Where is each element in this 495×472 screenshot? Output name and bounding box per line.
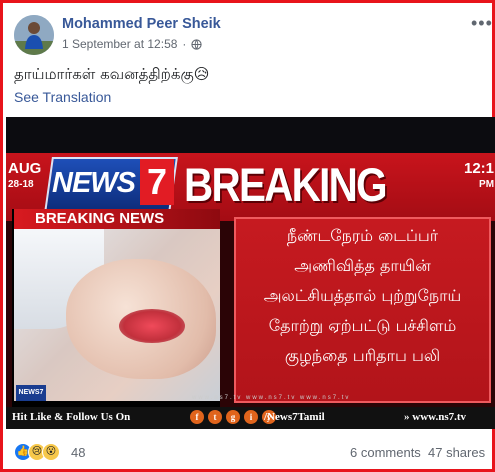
ticker-handle: /News7Tamil (264, 411, 325, 423)
avatar-photo (14, 15, 54, 55)
twitter-icon: t (208, 410, 222, 424)
baby-photo (14, 229, 220, 401)
ticker-follow-text: Hit Like & Follow Us On (12, 411, 131, 423)
banner-time: 12:1 PM (464, 161, 494, 193)
banner-time-clock: 12:1 (464, 160, 495, 177)
comments-count[interactable]: 6 comments (350, 445, 421, 460)
google-icon: g (226, 410, 240, 424)
inner-breaking-word: BREAKING (35, 210, 116, 227)
rash-area (119, 309, 185, 343)
news7-logo-text: NEWS (52, 167, 136, 199)
news-ticker: Hit Like & Follow Us On f t g i y /News7… (6, 407, 495, 429)
post-card: Mohammed Peer Sheik 1 September at 12:58… (0, 0, 495, 472)
post-text: தாய்மார்கள் கவனத்திற்க்கு😥 (14, 65, 210, 83)
ticker-site: » www.ns7.tv (404, 411, 467, 423)
reaction-count[interactable]: 48 (71, 445, 85, 460)
banner-date: AUG 28-18 (8, 161, 41, 193)
ticker-site-url: www.ns7.tv (412, 411, 467, 423)
small-news7-logo: NEWS7 (16, 385, 46, 401)
meta-dot: · (182, 37, 187, 51)
post-meta: 1 September at 12:58 · (62, 37, 203, 51)
reaction-icons[interactable]: 👍 😢 😮 (14, 443, 60, 461)
tamil-line: தோற்று ஏற்பட்டு பச்சிளம் (268, 316, 457, 335)
inner-breaking-tag: BREAKING NEWS (14, 209, 220, 229)
wow-icon: 😮 (42, 443, 60, 461)
post-image[interactable]: AUG 28-18 NEWS 7 BREAKING NEWS 12:1 PM B… (6, 117, 495, 429)
banner-date-day: 28-18 (8, 179, 34, 190)
globe-icon[interactable] (191, 38, 203, 50)
shares-count[interactable]: 47 shares (428, 445, 485, 460)
tamil-line: நீண்டநேரம் டைப்பர் (286, 226, 439, 245)
instagram-icon: i (244, 410, 258, 424)
tamil-headline: நீண்டநேரம் டைப்பர் அணிவித்த தாயின் அலட்ச… (237, 221, 488, 371)
more-options-icon[interactable]: ••• (471, 13, 493, 34)
tamil-line: குழந்தை பரிதாப பலி (284, 346, 441, 365)
ticker-urls: www.ns7.tv www.ns7.tv www.ns7.tv (192, 395, 351, 401)
avatar[interactable] (14, 15, 54, 55)
tamil-line: அணிவித்த தாயின் (294, 256, 431, 275)
post-date[interactable]: 1 September at 12:58 (62, 37, 177, 51)
inner-news-word: NEWS (119, 210, 165, 227)
tamil-line: அலட்சியத்தால் புற்றுநோய் (263, 286, 462, 305)
news7-logo-number: 7 (140, 159, 174, 205)
banner-date-month: AUG (8, 160, 42, 177)
facebook-icon: f (190, 410, 204, 424)
see-translation-link[interactable]: See Translation (14, 89, 111, 105)
author-name[interactable]: Mohammed Peer Sheik (62, 16, 221, 32)
banner-time-pm: PM (479, 179, 495, 190)
